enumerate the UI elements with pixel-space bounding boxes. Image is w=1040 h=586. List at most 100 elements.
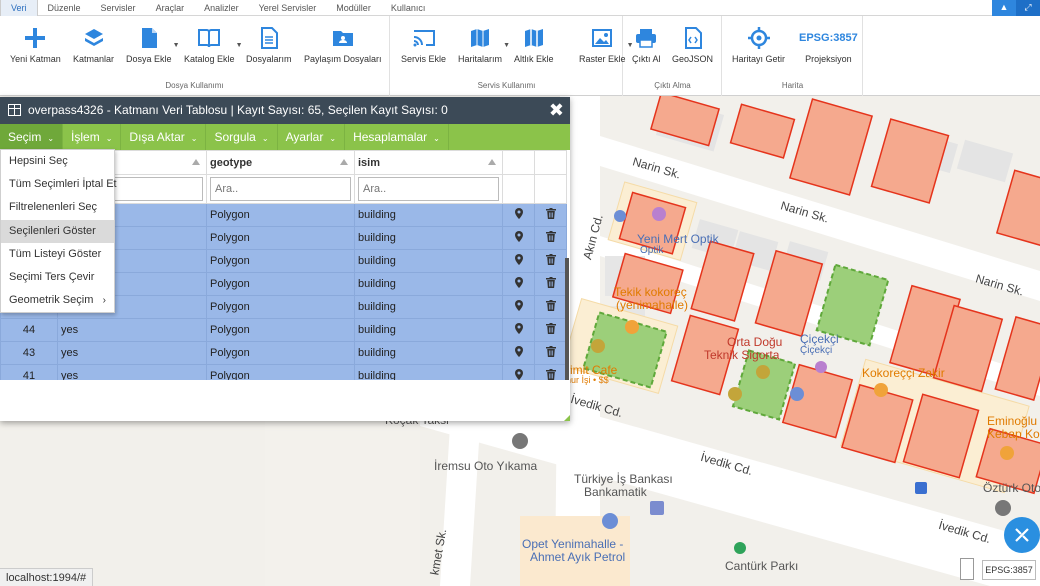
fullscreen-button[interactable]: ⤢ xyxy=(1016,0,1040,16)
crosshair-icon xyxy=(747,27,770,49)
map-pin-icon[interactable] xyxy=(514,346,523,357)
group-cikti-alma: Çıktı Al GeoJSON Çıktı Alma xyxy=(624,16,722,96)
table-icon xyxy=(8,104,21,116)
chevron-down-icon: ⌄ xyxy=(47,134,55,143)
dosya-ekle-button[interactable]: Dosya Ekle ▼ xyxy=(126,26,180,64)
menu-islem[interactable]: İşlem ⌄ xyxy=(63,124,122,150)
haritalarim-button[interactable]: Haritalarım ▼ xyxy=(458,26,510,64)
panel-title: overpass4326 - Katmanı Veri Tablosu | Ka… xyxy=(28,103,448,117)
tools-fab-button[interactable] xyxy=(1004,517,1040,553)
yeni-katman-button[interactable]: Yeni Katman xyxy=(10,26,61,64)
raster-ekle-button[interactable]: Raster Ekle ▼ xyxy=(579,26,634,64)
tab-araclar[interactable]: Araçlar xyxy=(146,0,195,16)
poi-label: Bankamatik xyxy=(584,485,647,499)
chevron-down-icon: ⌄ xyxy=(329,134,337,143)
tab-yerel-servisler[interactable]: Yerel Servisler xyxy=(249,0,327,16)
epsg-code: EPSG:3857 xyxy=(799,32,858,44)
map-pin-icon[interactable] xyxy=(514,277,523,288)
row-isim-cell: building xyxy=(354,364,503,380)
tab-moduller[interactable]: Modüller xyxy=(326,0,381,16)
trash-icon[interactable] xyxy=(545,277,556,288)
projeksiyon-button[interactable]: EPSG:3857 Projeksiyon xyxy=(799,26,858,64)
servis-ekle-button[interactable]: Servis Ekle xyxy=(401,26,446,64)
ribbon-tab-bar: Veri Düzenle Servisler Araçlar Analizler… xyxy=(0,0,1040,16)
cikti-al-button[interactable]: Çıktı Al xyxy=(632,26,661,64)
row-id-cell: 41 xyxy=(0,364,58,380)
shared-folder-icon xyxy=(332,31,353,46)
trash-icon[interactable] xyxy=(545,323,556,334)
row-isim-cell: building xyxy=(354,341,503,365)
poi-label: Cantürk Parkı xyxy=(725,559,799,573)
dropdown-item[interactable]: Hepsini Seç xyxy=(1,150,114,173)
group-harita: Haritayı Getir EPSG:3857 Projeksiyon Har… xyxy=(723,16,863,96)
row-isim-cell: building xyxy=(354,295,503,319)
dropdown-item[interactable]: Seçimi Ters Çevir xyxy=(1,266,114,289)
menu-secim[interactable]: Seçim ⌄ xyxy=(0,124,64,150)
column-header-locate xyxy=(502,150,535,175)
altlik-ekle-button[interactable]: Altlık Ekle xyxy=(514,26,554,64)
poi-label: Orta Doğu xyxy=(727,335,783,349)
row-isim-cell: building xyxy=(354,272,503,296)
menu-sorgula[interactable]: Sorgula ⌄ xyxy=(206,124,278,150)
paylasim-dosyalari-button[interactable]: Paylaşım Dosyaları xyxy=(304,26,382,64)
table-row[interactable]: 41 yes Polygon building xyxy=(0,364,567,380)
tab-veri[interactable]: Veri xyxy=(0,0,38,16)
poi-label: Optik xyxy=(640,245,664,256)
chevron-right-icon: › xyxy=(102,295,106,307)
menu-disa-aktar[interactable]: Dışa Aktar ⌄ xyxy=(121,124,207,150)
map-pin-icon[interactable] xyxy=(514,254,523,265)
katmanlar-button[interactable]: Katmanlar xyxy=(73,26,114,64)
layers-icon xyxy=(84,29,103,46)
row-id-cell: 44 xyxy=(0,318,58,342)
filter-input-isim[interactable] xyxy=(358,177,499,201)
book-icon xyxy=(198,29,221,48)
code-file-icon xyxy=(684,27,702,49)
plus-icon xyxy=(25,28,46,48)
menu-ayarlar[interactable]: Ayarlar ⌄ xyxy=(278,124,346,150)
column-header-isim[interactable]: isim xyxy=(354,150,503,175)
trash-icon[interactable] xyxy=(545,231,556,242)
dropdown-item[interactable]: Seçilenleri Göster xyxy=(1,219,114,243)
map-pin-icon[interactable] xyxy=(514,323,523,334)
trash-icon[interactable] xyxy=(545,254,556,265)
collapse-ribbon-button[interactable]: ▲ xyxy=(992,0,1016,16)
table-row[interactable]: 43 yes Polygon building xyxy=(0,341,567,365)
row-geotype-cell: Polygon xyxy=(206,341,355,365)
column-header-geotype[interactable]: geotype xyxy=(206,150,355,175)
katalog-ekle-button[interactable]: Katalog Ekle ▼ xyxy=(184,26,243,64)
resize-handle[interactable] xyxy=(564,415,570,421)
poi-label: İremsu Oto Yıkama xyxy=(434,459,538,473)
haritayi-getir-button[interactable]: Haritayı Getir xyxy=(732,26,785,64)
overview-toggle[interactable] xyxy=(960,558,974,580)
table-scrollbar[interactable] xyxy=(565,258,569,380)
tab-duzenle[interactable]: Düzenle xyxy=(38,0,91,16)
epsg-badge[interactable]: EPSG:3857 xyxy=(982,560,1036,580)
trash-icon[interactable] xyxy=(545,369,556,380)
map-pin-icon[interactable] xyxy=(514,300,523,311)
map-pin-icon[interactable] xyxy=(514,369,523,380)
menu-hesaplamalar[interactable]: Hesaplamalar ⌄ xyxy=(345,124,449,150)
trash-icon[interactable] xyxy=(545,300,556,311)
panel-title-bar[interactable]: overpass4326 - Katmanı Veri Tablosu | Ka… xyxy=(0,97,570,124)
row-geotype-cell: Polygon xyxy=(206,364,355,380)
dropdown-item[interactable]: Tüm Listeyi Göster xyxy=(1,243,114,266)
tab-kullanici[interactable]: Kullanıcı xyxy=(381,0,436,16)
table-row[interactable]: 44 yes Polygon building xyxy=(0,318,567,342)
dropdown-item[interactable]: Geometrik Seçim › xyxy=(1,289,114,312)
trash-icon[interactable] xyxy=(545,208,556,219)
filter-input-geotype[interactable] xyxy=(210,177,351,201)
trash-icon[interactable] xyxy=(545,346,556,357)
group-label: Çıktı Alma xyxy=(654,81,691,90)
close-icon[interactable]: ✖ xyxy=(549,100,564,120)
dropdown-item[interactable]: Tüm Seçimleri İptal Et xyxy=(1,173,117,196)
tab-servisler[interactable]: Servisler xyxy=(91,0,146,16)
chevron-down-icon: ⌄ xyxy=(433,134,440,143)
tab-analizler[interactable]: Analizler xyxy=(194,0,249,16)
geojson-button[interactable]: GeoJSON xyxy=(672,26,713,64)
file-icon xyxy=(141,28,157,48)
group-servis-kullanimi: Servis Ekle Haritalarım ▼ Altlık Ekle Ra… xyxy=(391,16,634,96)
dropdown-item[interactable]: Filtrelenenleri Seç xyxy=(1,196,114,219)
map-pin-icon[interactable] xyxy=(514,231,523,242)
map-pin-icon[interactable] xyxy=(514,208,523,219)
dosyalarim-button[interactable]: Dosyalarım xyxy=(246,26,292,64)
